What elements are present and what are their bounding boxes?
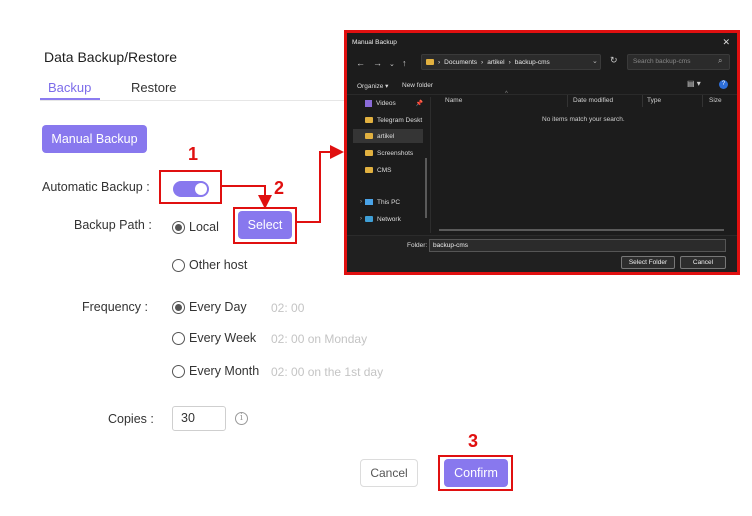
folder-input[interactable]: backup-cms	[429, 239, 726, 252]
new-folder-button[interactable]: New folder	[402, 82, 433, 89]
dialog-cancel-button[interactable]: Cancel	[680, 256, 726, 269]
path-separator: ›	[508, 58, 511, 66]
view-options-icon[interactable]: ▤ ▾	[687, 79, 701, 88]
sidebar-scrollbar[interactable]	[425, 158, 427, 218]
address-bar[interactable]: › Documents › artikel › backup-cms	[421, 54, 601, 70]
horizontal-scrollbar[interactable]	[439, 229, 724, 231]
path-segment[interactable]: backup-cms	[515, 59, 550, 66]
sidebar-item-telegram[interactable]: Telegram Deskt	[353, 113, 423, 127]
sort-up-icon: ^	[505, 91, 508, 97]
folder-icon	[365, 150, 373, 156]
select-folder-button[interactable]: Select Folder	[621, 256, 675, 269]
column-header-type[interactable]: Type	[647, 97, 661, 104]
empty-message: No items match your search.	[542, 116, 625, 123]
sidebar-item-label: Videos	[376, 99, 396, 107]
dialog-title: Manual Backup	[352, 39, 397, 46]
sidebar-item-label: Network	[377, 215, 401, 223]
folder-icon	[365, 117, 373, 123]
folder-icon	[426, 59, 434, 65]
chevron-down-icon[interactable]: ⌄	[592, 57, 598, 65]
chevron-right-icon[interactable]: ›	[360, 199, 362, 205]
column-separator[interactable]	[567, 95, 568, 107]
folder-icon	[365, 133, 373, 139]
sidebar-item-label: Screenshots	[377, 149, 414, 157]
back-arrow-icon[interactable]: ←	[356, 58, 365, 68]
sidebar-item-label: artikel	[377, 132, 395, 140]
column-header-date-modified[interactable]: Date modified	[573, 97, 613, 104]
search-input[interactable]: Search backup-cms	[627, 54, 730, 70]
path-separator: ›	[438, 58, 441, 66]
sidebar-item-screenshots[interactable]: Screenshots	[353, 146, 423, 160]
sidebar-item-artikel[interactable]: artikel	[353, 129, 423, 143]
path-segment[interactable]: Documents	[444, 59, 477, 66]
column-header-size[interactable]: Size	[709, 97, 722, 104]
chevron-right-icon[interactable]: ›	[360, 216, 362, 222]
column-separator[interactable]	[702, 95, 703, 107]
sidebar-item-network[interactable]: › Network	[353, 212, 423, 226]
network-icon	[365, 216, 373, 222]
sidebar-item-videos[interactable]: Videos 📌	[353, 96, 423, 110]
folder-icon	[365, 167, 373, 173]
close-icon[interactable]: ✕	[722, 37, 730, 48]
path-separator: ›	[481, 58, 484, 66]
sidebar-item-this-pc[interactable]: › This PC	[353, 195, 423, 209]
help-icon[interactable]: ?	[719, 80, 728, 89]
recent-dropdown-icon[interactable]: ⌄	[389, 60, 395, 68]
folder-label: Folder:	[407, 242, 428, 249]
search-icon: ⌕	[718, 56, 723, 65]
refresh-icon[interactable]: ↻	[610, 55, 618, 66]
sidebar-item-label: This PC	[377, 198, 401, 206]
pane-divider	[430, 97, 431, 233]
path-segment[interactable]: artikel	[487, 59, 504, 66]
manual-backup-dialog: Manual Backup ✕ ← → ⌄ ↑ › Documents › ar…	[344, 30, 740, 275]
forward-arrow-icon[interactable]: →	[373, 58, 382, 68]
column-header-name[interactable]: Name	[445, 97, 462, 104]
sidebar-item-label: CMS	[377, 166, 392, 174]
pc-icon	[365, 199, 373, 205]
sidebar-item-label: Telegram Deskt	[377, 116, 423, 124]
arrow-select-to-dialog	[297, 145, 344, 223]
sidebar-item-cms[interactable]: CMS	[353, 163, 423, 177]
pin-icon: 📌	[415, 100, 423, 107]
column-separator[interactable]	[642, 95, 643, 107]
up-arrow-icon[interactable]: ↑	[402, 58, 407, 68]
arrow-toggle-to-select	[222, 185, 272, 209]
organize-menu[interactable]: Organize ▾	[357, 82, 388, 90]
video-icon	[365, 99, 372, 107]
